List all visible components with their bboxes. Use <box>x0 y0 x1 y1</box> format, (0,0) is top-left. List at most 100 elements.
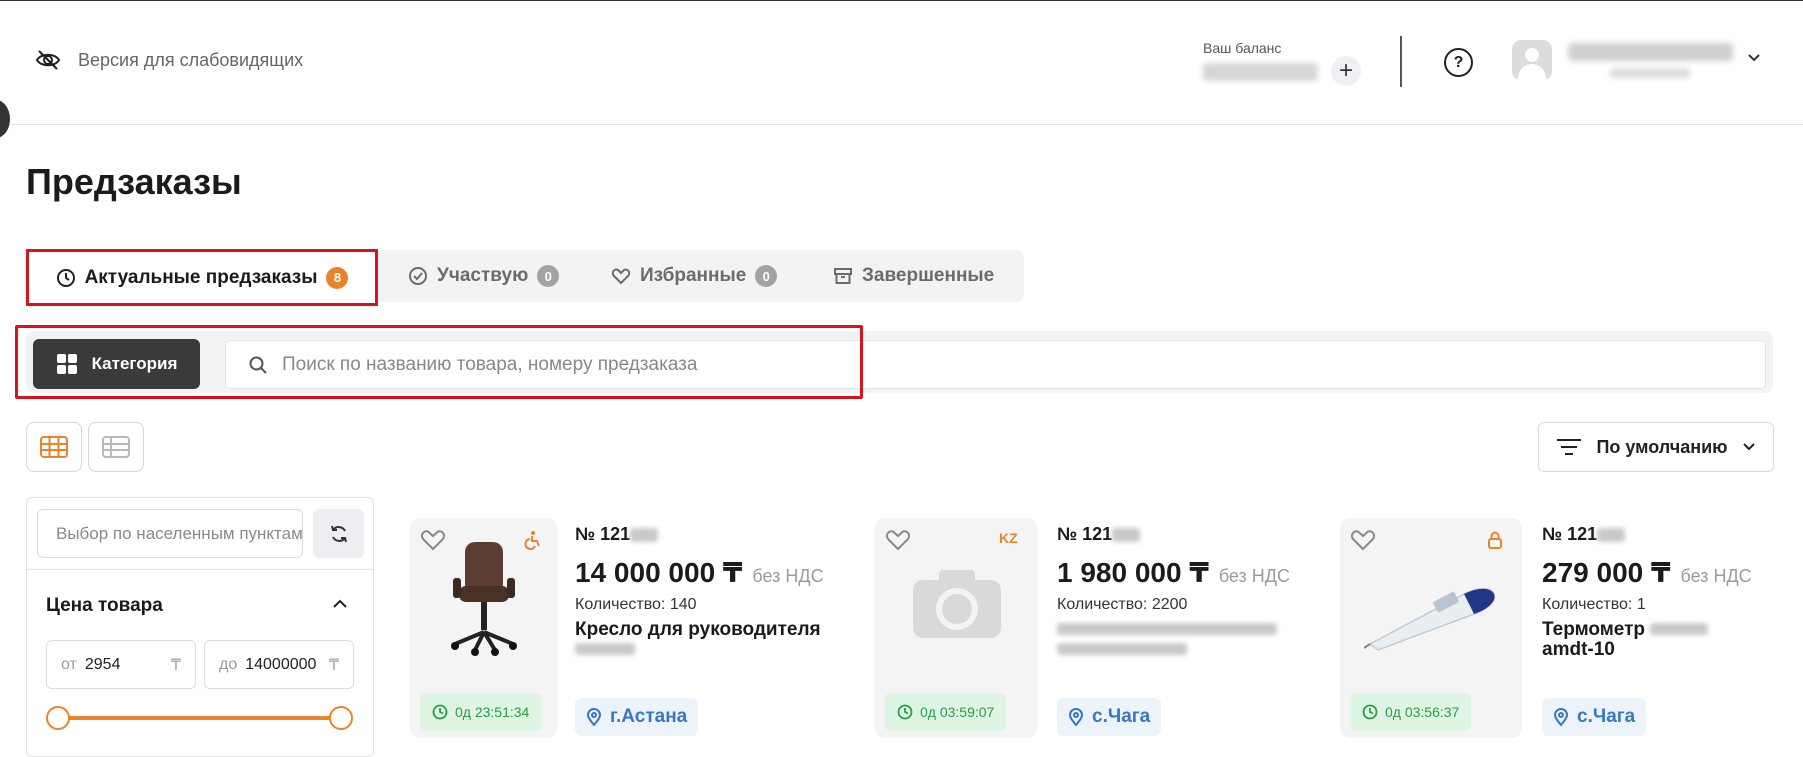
office-chair-image <box>451 542 517 656</box>
preorder-number: № 121 <box>1542 524 1626 545</box>
eye-off-icon <box>35 50 61 70</box>
heart-icon[interactable] <box>885 528 911 552</box>
preorder-card[interactable]: KZ 0д 03:59:07 № 121 1 980 000 ₸ без НДС … <box>875 518 1345 738</box>
currency-symbol: ₸ <box>170 656 181 674</box>
location-badge: с.Чага <box>1057 698 1162 736</box>
clock-icon <box>56 268 75 287</box>
low-vision-toggle[interactable]: Версия для слабовидящих <box>34 48 303 72</box>
tab-label: Актуальные предзаказы <box>84 266 318 288</box>
kz-marker-icon: KZ <box>999 530 1018 546</box>
preorder-card[interactable]: 0д 03:56:37 № 121 279 000 ₸ без НДС Колич… <box>1340 518 1780 738</box>
price-slider-track <box>58 716 341 720</box>
tab-favorites[interactable]: Избранные 0 <box>611 250 778 302</box>
vat-label: без НДС <box>1680 566 1752 586</box>
vat-label: без НДС <box>752 566 824 586</box>
map-pin-icon <box>1068 708 1084 726</box>
map-pin-icon <box>586 708 602 726</box>
sidebar-divider <box>27 569 373 570</box>
chevron-up-icon[interactable] <box>332 598 348 610</box>
product-title-text: Термометр <box>1542 619 1646 640</box>
tab-completed[interactable]: Завершенные <box>833 250 994 302</box>
preorder-number: № 121 <box>1057 524 1141 545</box>
tab-actual[interactable]: Актуальные предзаказы 8 <box>26 249 378 306</box>
price-to-field[interactable]: до 14000000 ₸ <box>204 640 354 689</box>
heart-icon[interactable] <box>420 528 446 552</box>
chevron-down-icon <box>1742 443 1755 451</box>
tab-count-badge: 8 <box>326 266 349 289</box>
clock-icon <box>897 704 913 720</box>
list-view-icon <box>102 436 130 458</box>
balance-topup-button[interactable]: + <box>1331 56 1361 86</box>
price-from-field[interactable]: от 2954 ₸ <box>46 640 196 689</box>
price-from-value: 2954 <box>84 655 121 673</box>
balance-label: Ваш баланс <box>1203 40 1282 56</box>
page-title: Предзаказы <box>26 161 242 202</box>
preorder-number: № 121 <box>575 524 659 545</box>
location-select-input[interactable] <box>37 509 303 558</box>
preorder-number-text: № 121 <box>575 524 631 544</box>
user-name-blurred <box>1568 43 1733 61</box>
product-title-model: amdt-10 <box>1542 639 1615 660</box>
clock-icon <box>1362 704 1378 720</box>
camera-placeholder-icon <box>913 570 1001 638</box>
preorder-card[interactable]: 0д 23:51:34 № 121 14 000 000 ₸ без НДС Ко… <box>410 518 880 738</box>
product-title <box>1057 620 1337 660</box>
product-title: Термометр amdt-10 <box>1542 620 1772 660</box>
currency-symbol: ₸ <box>328 656 339 674</box>
tab-participating[interactable]: Участвую 0 <box>408 250 560 302</box>
balance-value-blurred <box>1203 63 1318 81</box>
tab-label: Завершенные <box>862 265 995 286</box>
grid-view-icon <box>40 436 68 458</box>
check-circle-icon <box>409 267 427 285</box>
tab-label: Участвую <box>437 265 529 286</box>
location-badge: г.Астана <box>575 698 699 736</box>
sort-label: По умолчанию <box>1596 436 1728 457</box>
user-subtitle-blurred <box>1610 68 1690 78</box>
heart-icon[interactable] <box>1350 528 1376 552</box>
archive-icon <box>834 268 852 284</box>
avatar-body <box>1518 64 1546 80</box>
tab-label: Избранные <box>640 265 747 286</box>
blurred-digits <box>1597 527 1626 542</box>
highlight-frame <box>15 325 863 399</box>
price-slider-max-handle[interactable] <box>329 706 353 730</box>
grid-view-button[interactable] <box>26 422 82 472</box>
card-price: 279 000 ₸ без НДС <box>1542 556 1752 589</box>
avatar-head <box>1525 48 1539 62</box>
refresh-icon <box>330 525 347 542</box>
thermometer-image <box>1364 588 1496 651</box>
blurred-text <box>1057 623 1277 635</box>
price-value: 14 000 000 ₸ <box>575 557 743 588</box>
chevron-down-icon[interactable] <box>1746 52 1762 64</box>
refresh-button[interactable] <box>313 509 364 558</box>
quantity: Количество: 2200 <box>1057 596 1188 613</box>
sort-dropdown[interactable]: По умолчанию <box>1538 422 1774 472</box>
quantity: Количество: 1 <box>1542 596 1646 613</box>
map-pin-icon <box>1553 708 1569 726</box>
help-icon[interactable]: ? <box>1444 48 1473 77</box>
location-badge: с.Чага <box>1542 698 1647 736</box>
price-value: 1 980 000 ₸ <box>1057 557 1209 588</box>
preorder-number-text: № 121 <box>1057 524 1113 544</box>
card-price: 1 980 000 ₸ без НДС <box>1057 556 1290 589</box>
price-slider-min-handle[interactable] <box>46 706 70 730</box>
blurred-digits <box>1112 527 1141 542</box>
location-text: г.Астана <box>610 706 688 727</box>
vat-label: без НДС <box>1218 566 1290 586</box>
blurred-text <box>575 643 635 655</box>
location-text: с.Чага <box>1577 706 1636 727</box>
list-view-button[interactable] <box>88 422 144 472</box>
location-text: с.Чага <box>1092 706 1151 727</box>
clock-icon <box>432 704 448 720</box>
timer-text: 0д 03:56:37 <box>1385 704 1460 720</box>
product-title-text: Кресло для руководителя <box>575 619 821 640</box>
preorder-number-text: № 121 <box>1542 524 1598 544</box>
heart-icon <box>611 268 631 285</box>
price-from-label: от <box>61 655 77 673</box>
quantity: Количество: 140 <box>575 596 697 613</box>
blurred-text <box>1650 623 1709 635</box>
card-price: 14 000 000 ₸ без НДС <box>575 556 824 589</box>
timer-badge: 0д 23:51:34 <box>420 693 542 731</box>
avatar[interactable] <box>1512 40 1552 80</box>
timer-badge: 0д 03:59:07 <box>885 693 1007 731</box>
